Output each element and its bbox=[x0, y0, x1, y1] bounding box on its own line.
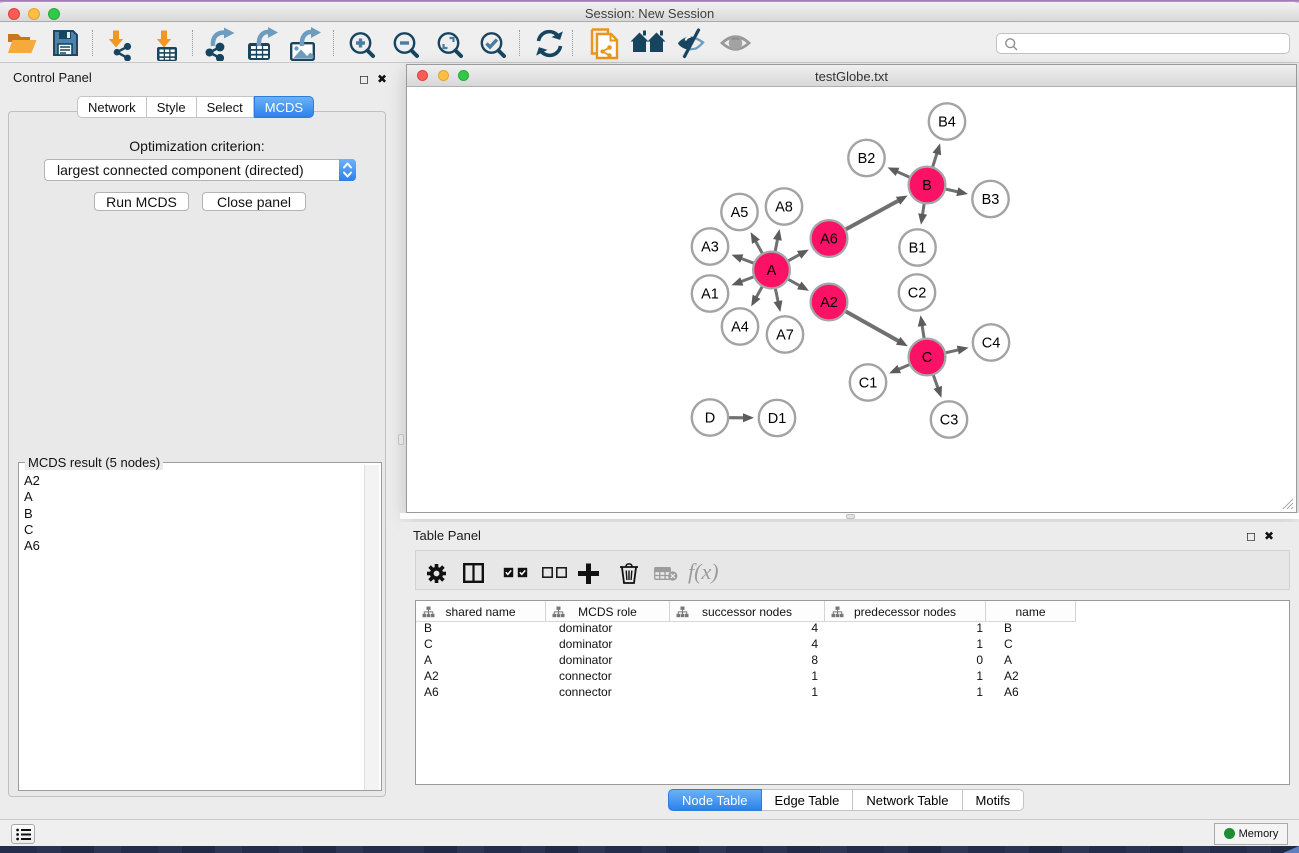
svg-text:B: B bbox=[922, 178, 932, 194]
svg-text:A4: A4 bbox=[731, 319, 749, 335]
svg-text:B2: B2 bbox=[858, 151, 876, 167]
svg-text:A5: A5 bbox=[731, 205, 749, 221]
svg-text:A7: A7 bbox=[776, 327, 794, 343]
svg-text:A2: A2 bbox=[820, 295, 838, 311]
svg-text:D1: D1 bbox=[768, 411, 787, 427]
svg-text:C: C bbox=[922, 350, 932, 366]
svg-text:A8: A8 bbox=[775, 199, 793, 215]
svg-text:B1: B1 bbox=[909, 240, 927, 256]
svg-text:C4: C4 bbox=[982, 335, 1001, 351]
svg-text:B3: B3 bbox=[982, 192, 1000, 208]
svg-text:D: D bbox=[705, 410, 715, 426]
svg-text:A3: A3 bbox=[701, 239, 719, 255]
svg-text:C2: C2 bbox=[908, 285, 927, 301]
svg-text:A1: A1 bbox=[701, 286, 719, 302]
svg-text:A6: A6 bbox=[820, 231, 838, 247]
svg-text:A: A bbox=[767, 263, 777, 279]
svg-text:C3: C3 bbox=[940, 412, 959, 428]
svg-text:B4: B4 bbox=[938, 114, 956, 130]
svg-text:C1: C1 bbox=[859, 375, 878, 391]
